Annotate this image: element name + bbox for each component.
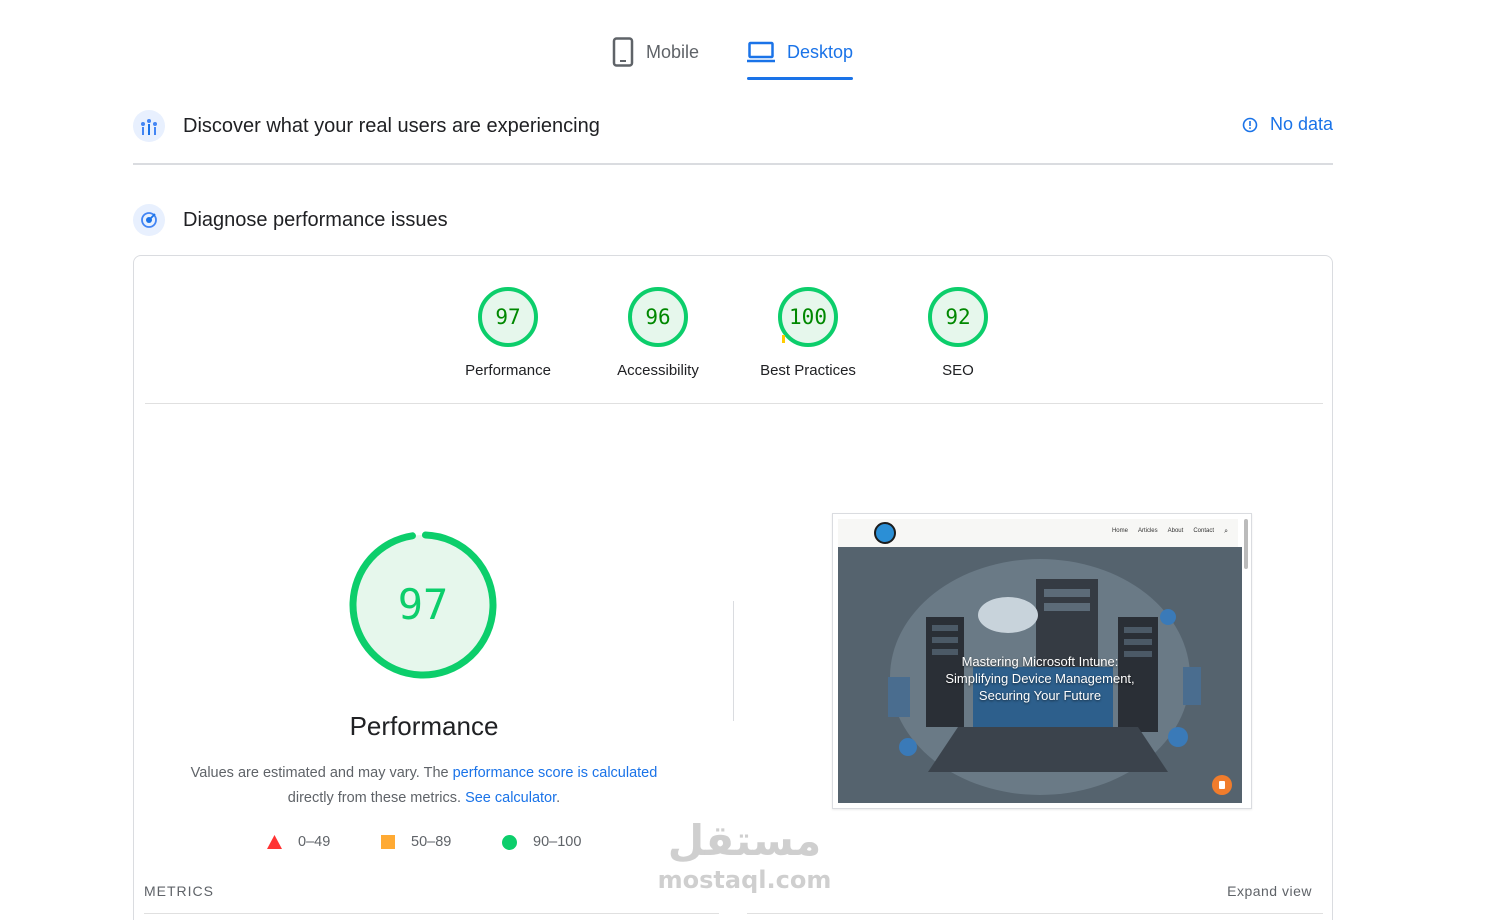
legend-pass-range: 90–100 bbox=[533, 834, 582, 850]
gauge-accessibility-value: 96 bbox=[645, 305, 671, 329]
gauge-performance-value: 97 bbox=[495, 305, 521, 329]
device-tabs: Mobile Desktop bbox=[0, 26, 1487, 82]
tab-mobile-label: Mobile bbox=[646, 41, 700, 62]
gauge-seo-value: 92 bbox=[945, 305, 971, 329]
desc-middle: directly from these metrics. bbox=[287, 790, 466, 806]
legend-fail-range: 0–49 bbox=[298, 834, 331, 850]
legend-fail: 0–49 bbox=[267, 834, 330, 850]
screenshot-nav-contact: Contact bbox=[1193, 528, 1214, 534]
tab-mobile[interactable]: Mobile bbox=[612, 26, 699, 78]
screenshot-nav-about: About bbox=[1167, 528, 1184, 534]
screenshot-navbar: Home Articles About Contact ⌕ bbox=[838, 519, 1238, 547]
gauge-performance[interactable]: 97 Performance bbox=[443, 286, 573, 379]
screenshot-scrollbar bbox=[1244, 519, 1248, 569]
diagnose-title: Diagnose performance issues bbox=[183, 208, 448, 231]
score-gauges: 97 Performance 96 Accessibility 100 Best… bbox=[134, 286, 1334, 386]
smartphone-icon bbox=[612, 37, 634, 67]
real-users-section: Discover what your real users are experi… bbox=[133, 108, 1333, 144]
desc-suffix: . bbox=[556, 790, 561, 806]
desc-prefix: Values are estimated and may vary. The bbox=[190, 765, 453, 781]
metrics-divider-right bbox=[747, 913, 1323, 914]
site-logo-icon bbox=[874, 522, 896, 544]
real-users-title: Discover what your real users are experi… bbox=[183, 114, 600, 137]
score-calculated-link[interactable]: performance score is calculated bbox=[453, 765, 658, 781]
gauge-seo[interactable]: 92 SEO bbox=[893, 286, 1023, 379]
diagnose-section: Diagnose performance issues bbox=[133, 202, 1333, 238]
laptop-icon bbox=[747, 41, 775, 63]
screenshot-hero: Mastering Microsoft Intune: Simplifying … bbox=[838, 547, 1242, 803]
circle-icon bbox=[502, 834, 517, 850]
page-screenshot: Home Articles About Contact ⌕ Mastering … bbox=[832, 513, 1252, 809]
diagnose-icon bbox=[133, 204, 165, 236]
score-legend: 0–49 50–89 90–100 bbox=[267, 834, 607, 856]
cookie-badge-icon bbox=[1212, 775, 1232, 795]
screenshot-hero-text: Mastering Microsoft Intune: Simplifying … bbox=[945, 654, 1135, 703]
gauge-best-practices-value: 100 bbox=[789, 305, 827, 329]
see-calculator-link[interactable]: See calculator bbox=[465, 790, 556, 806]
watermark-arabic: مستقل bbox=[667, 816, 822, 865]
gauge-best-practices-label: Best Practices bbox=[760, 362, 856, 379]
gauge-seo-label: SEO bbox=[942, 362, 974, 379]
performance-big-score: 97 bbox=[397, 580, 449, 629]
screenshot-nav-home: Home bbox=[1111, 528, 1128, 534]
info-icon bbox=[1242, 117, 1258, 132]
legend-pass: 90–100 bbox=[502, 834, 581, 850]
legend-average-range: 50–89 bbox=[411, 834, 452, 850]
screenshot-nav-articles: Articles bbox=[1137, 528, 1158, 534]
performance-title: Performance bbox=[349, 711, 499, 741]
gauge-accessibility-label: Accessibility bbox=[617, 362, 699, 379]
no-data-link[interactable]: No data bbox=[1242, 114, 1333, 135]
expand-view-button[interactable]: Expand view bbox=[1227, 883, 1312, 899]
no-data-label: No data bbox=[1269, 114, 1333, 134]
tab-desktop[interactable]: Desktop bbox=[747, 26, 854, 80]
screenshot-search-icon: ⌕ bbox=[1224, 528, 1228, 535]
legend-average: 50–89 bbox=[381, 834, 451, 850]
mostaql-watermark: مستقل mostaql.com bbox=[652, 815, 837, 905]
metrics-label: METRICS bbox=[144, 883, 214, 899]
square-icon bbox=[381, 835, 395, 849]
gauge-accessibility[interactable]: 96 Accessibility bbox=[593, 286, 723, 379]
section-divider bbox=[133, 163, 1333, 165]
gauges-divider bbox=[145, 403, 1323, 404]
tab-desktop-label: Desktop bbox=[787, 41, 854, 62]
users-chart-icon bbox=[133, 110, 165, 142]
screenshot-nav-links: Home Articles About Contact bbox=[1112, 528, 1214, 534]
performance-description: Values are estimated and may vary. The p… bbox=[164, 761, 684, 811]
performance-big-gauge: 97 bbox=[347, 529, 499, 681]
watermark-latin: mostaql.com bbox=[657, 866, 832, 894]
metrics-divider-left bbox=[144, 913, 719, 914]
triangle-icon bbox=[267, 835, 282, 849]
vertical-divider bbox=[733, 601, 734, 721]
gauge-performance-label: Performance bbox=[465, 362, 551, 379]
gauge-best-practices[interactable]: 100 Best Practices bbox=[743, 286, 873, 379]
